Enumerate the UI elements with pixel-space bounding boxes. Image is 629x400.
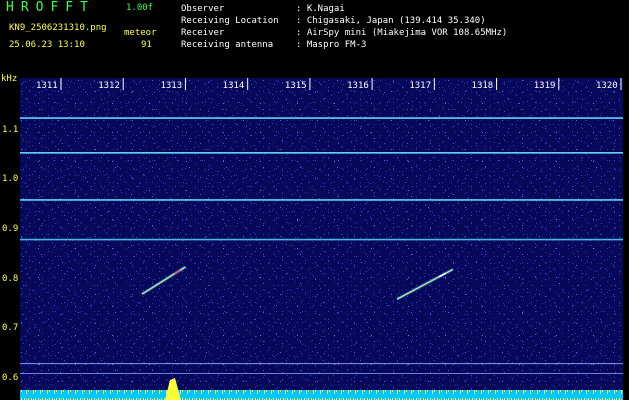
y-tick-label: 0.8: [2, 274, 19, 284]
x-tick-label: 1313: [160, 81, 183, 91]
info-location-value: : Chigasaki, Japan (139.414 35.340): [296, 16, 486, 26]
y-axis-unit-label: kHz: [1, 74, 18, 84]
app-title: HROFFT: [6, 0, 95, 15]
x-tick-label: 1315: [284, 81, 307, 91]
plot-right-border: [623, 78, 629, 400]
y-tick-label: 1.0: [2, 174, 19, 184]
power-strip: [20, 390, 623, 400]
y-tick-label: 0.9: [2, 224, 19, 234]
info-receiver-label: Receiver: [181, 28, 225, 38]
x-tick-label: 1320: [596, 81, 618, 91]
x-tick-label: 1317: [409, 81, 432, 91]
datetime-label: 25.06.23 13:10: [9, 40, 85, 50]
spectrogram-plot: [20, 78, 623, 400]
info-receiver-value: : AirSpy mini (Miakejima VOR 108.65MHz): [296, 28, 508, 38]
spectrogram-svg: [20, 78, 623, 400]
count-label: 91: [141, 40, 152, 50]
x-tick-label: 1316: [347, 81, 369, 91]
y-tick-label: 0.6: [2, 373, 19, 383]
x-tick-label: 1319: [533, 81, 556, 91]
info-observer-label: Observer: [181, 4, 225, 14]
mode-label: meteor: [124, 28, 157, 38]
y-tick-label: 0.7: [2, 323, 19, 333]
x-tick-label: 1314: [222, 81, 245, 91]
filename-label: KN9_2506231310.png: [9, 23, 107, 33]
x-tick-label: 1318: [471, 81, 494, 91]
hrofft-window: HROFFT 1.00f KN9_2506231310.png meteor 2…: [0, 0, 629, 400]
info-antenna-value: : Maspro FM-3: [296, 40, 367, 50]
info-observer-value: : K.Nagai: [296, 4, 345, 14]
info-antenna-label: Receiving antenna: [181, 40, 274, 50]
version-label: 1.00f: [126, 3, 154, 13]
x-tick-label: 1312: [98, 81, 120, 91]
y-tick-label: 1.1: [2, 125, 19, 135]
x-tick-label: 1311: [36, 81, 58, 91]
info-location-label: Receiving Location: [181, 16, 279, 26]
